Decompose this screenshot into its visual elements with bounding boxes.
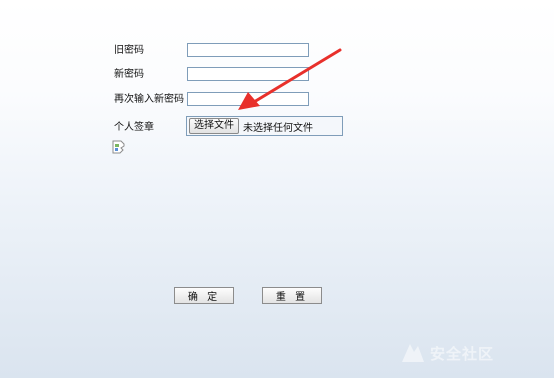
old-password-label: 旧密码 [114,45,144,56]
red-annotation-arrow [238,48,342,110]
watermark-text: 安全社区 [430,344,495,363]
signature-file-input[interactable]: 选择文件 未选择任何文件 [186,116,343,136]
watermark: 安全社区 [400,342,542,364]
confirm-password-label: 再次输入新密码 [114,94,184,105]
file-status-text: 未选择任何文件 [243,122,313,134]
choose-file-button[interactable]: 选择文件 [189,118,239,134]
reset-button[interactable]: 重 置 [262,287,322,304]
broken-image-icon [112,140,125,154]
signature-label: 个人签章 [114,122,154,133]
watermark-logo-icon [402,344,424,362]
submit-button[interactable]: 确 定 [174,287,234,304]
new-password-label: 新密码 [114,69,144,80]
